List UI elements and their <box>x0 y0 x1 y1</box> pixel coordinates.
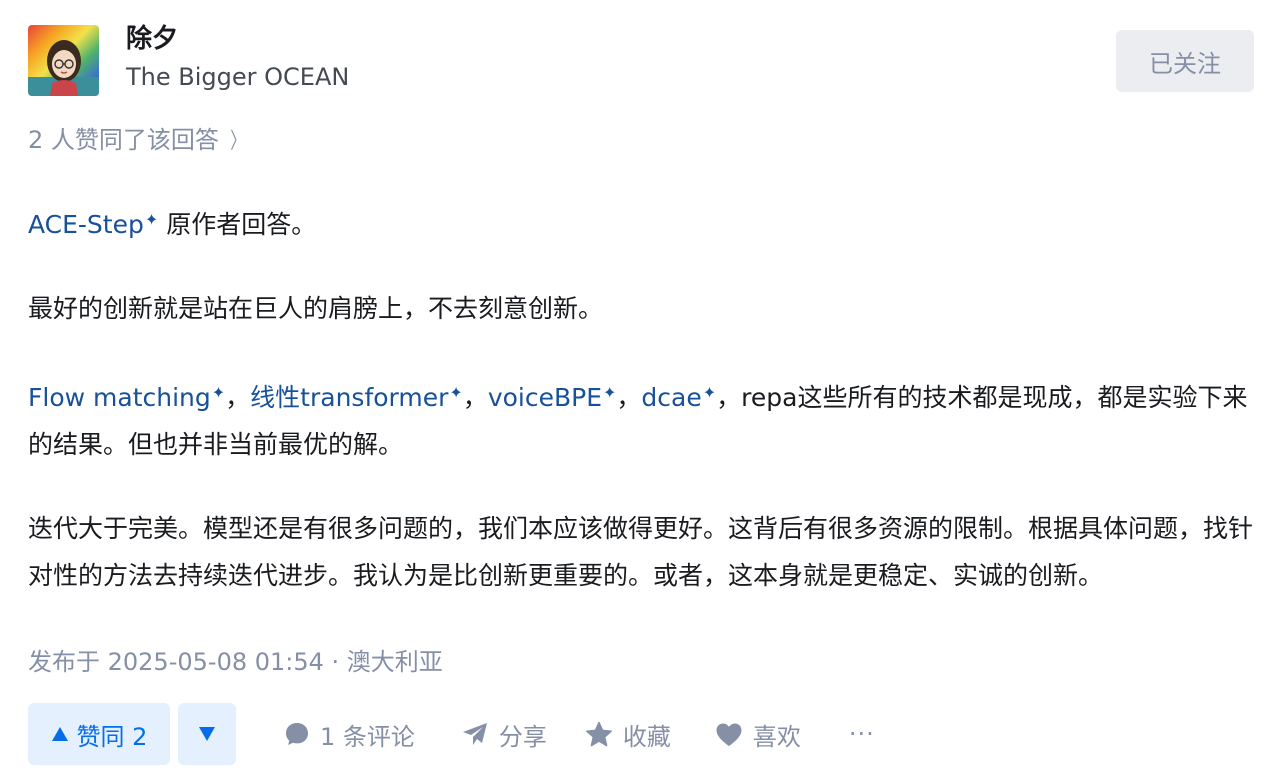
more-icon[interactable]: ··· <box>849 720 875 748</box>
link-linear-transformer[interactable]: 线性transformer <box>250 383 448 412</box>
spark-icon: ✦ <box>211 383 226 402</box>
spark-icon: ✦ <box>144 210 159 229</box>
link-flow-matching[interactable]: Flow matching <box>28 383 211 412</box>
star-icon <box>585 721 612 746</box>
chevron-right-icon: 〉 <box>230 129 246 154</box>
paragraph-1-text: 原作者回答。 <box>158 210 317 239</box>
comment-label: 1 条评论 <box>320 722 415 751</box>
downvote-button[interactable] <box>178 703 236 765</box>
paragraph-2: 最好的创新就是站在巨人的肩膀上，不去刻意创新。 <box>28 294 604 323</box>
separator: ， <box>616 383 642 412</box>
action-bar: 赞同 2 1 条评论 分享 收藏 喜欢 ··· <box>28 703 875 765</box>
voters-text: 2 人赞同了该回答 <box>28 126 219 154</box>
paragraph-3: Flow matching✦，线性transformer✦，voiceBPE✦，… <box>28 369 1254 468</box>
avatar[interactable] <box>28 25 99 96</box>
like-label: 喜欢 <box>752 722 801 751</box>
author-name[interactable]: 除夕 <box>126 24 178 54</box>
upvote-label: 赞同 2 <box>76 722 148 751</box>
collect-label: 收藏 <box>622 722 671 751</box>
comment-icon <box>286 723 308 745</box>
answer-content: ACE-Step✦ 原作者回答。 最好的创新就是站在巨人的肩膀上，不去刻意创新。… <box>28 196 1254 599</box>
share-button[interactable]: 分享 <box>461 717 547 752</box>
upvote-button[interactable]: 赞同 2 <box>28 703 170 765</box>
author-headline: The Bigger OCEAN <box>126 63 350 91</box>
follow-button[interactable]: 已关注 <box>1116 30 1254 92</box>
triangle-up-icon <box>51 727 68 741</box>
link-voicebpe[interactable]: voiceBPE <box>488 383 602 412</box>
collect-button[interactable]: 收藏 <box>585 717 671 752</box>
separator: ， <box>462 383 488 412</box>
comment-button[interactable]: 1 条评论 <box>284 717 415 752</box>
link-dcae[interactable]: dcae <box>641 383 701 412</box>
spark-icon: ✦ <box>449 383 463 402</box>
separator: ， <box>225 383 251 412</box>
spark-icon: ✦ <box>603 383 617 402</box>
share-label: 分享 <box>498 722 547 751</box>
author-header: 除夕 The Bigger OCEAN 已关注 <box>28 24 1254 98</box>
publish-meta[interactable]: 发布于 2025-05-08 01:54 · 澳大利亚 <box>28 646 443 678</box>
answer-card: 除夕 The Bigger OCEAN 已关注 2 人赞同了该回答〉 ACE-S… <box>0 0 1283 771</box>
like-button[interactable]: 喜欢 <box>715 717 801 752</box>
heart-icon <box>716 723 742 746</box>
link-ace-step[interactable]: ACE-Step <box>28 210 144 239</box>
paragraph-4: 迭代大于完美。模型还是有很多问题的，我们本应该做得更好。这背后有很多资源的限制。… <box>28 514 1254 590</box>
voters-link[interactable]: 2 人赞同了该回答〉 <box>28 124 249 158</box>
triangle-down-icon <box>199 727 215 741</box>
share-icon <box>462 723 487 745</box>
paragraph-1: ACE-Step✦ 原作者回答。 <box>28 196 1254 248</box>
spark-icon: ✦ <box>702 383 717 402</box>
